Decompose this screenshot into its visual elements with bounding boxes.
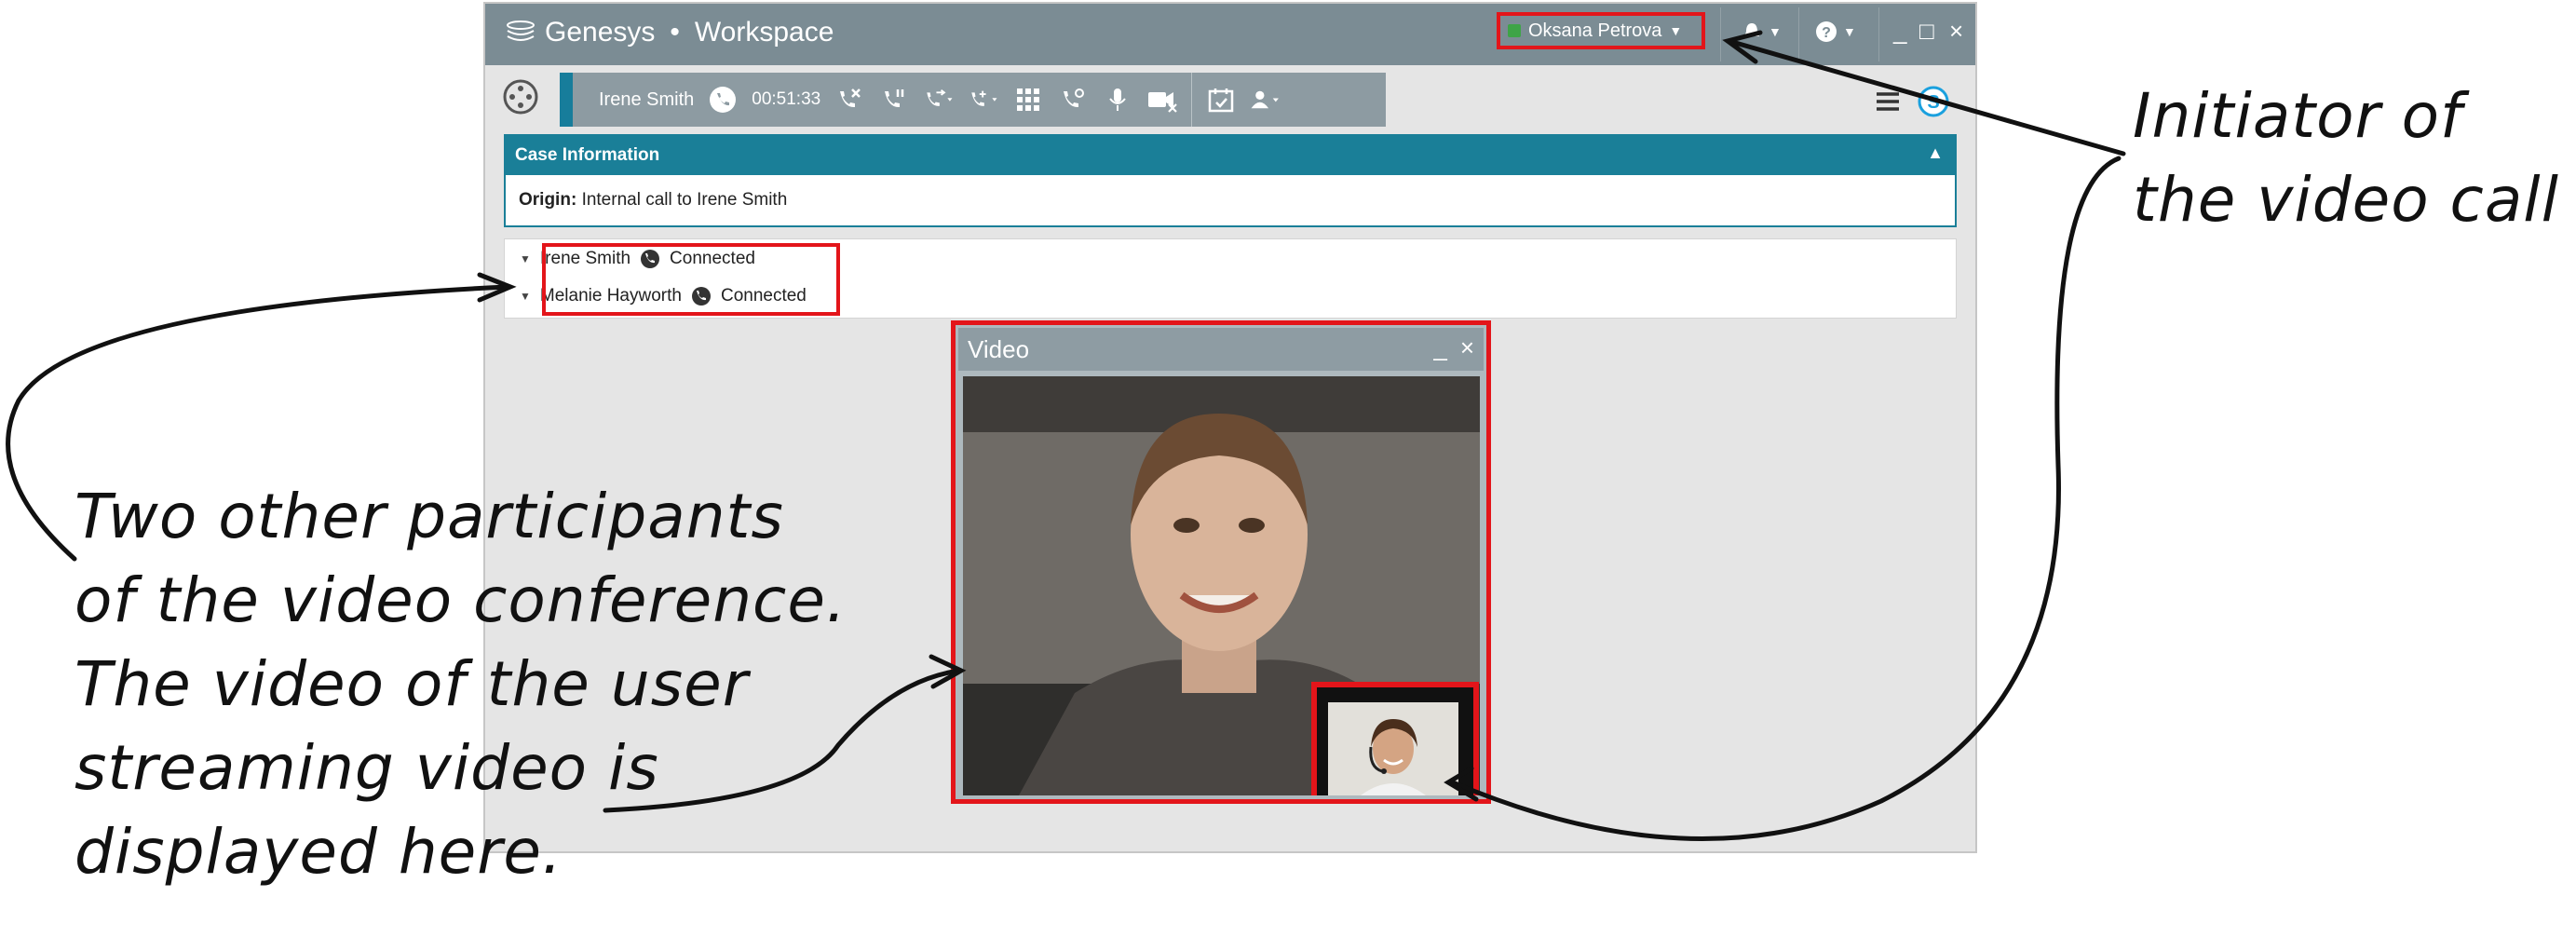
annotation-arrows xyxy=(6,30,2126,841)
arrow-to-agent-name xyxy=(1729,39,2126,156)
arrow-to-participants xyxy=(6,284,510,562)
arrow-to-local-preview xyxy=(1450,156,2122,841)
arrow-to-video xyxy=(603,668,962,813)
